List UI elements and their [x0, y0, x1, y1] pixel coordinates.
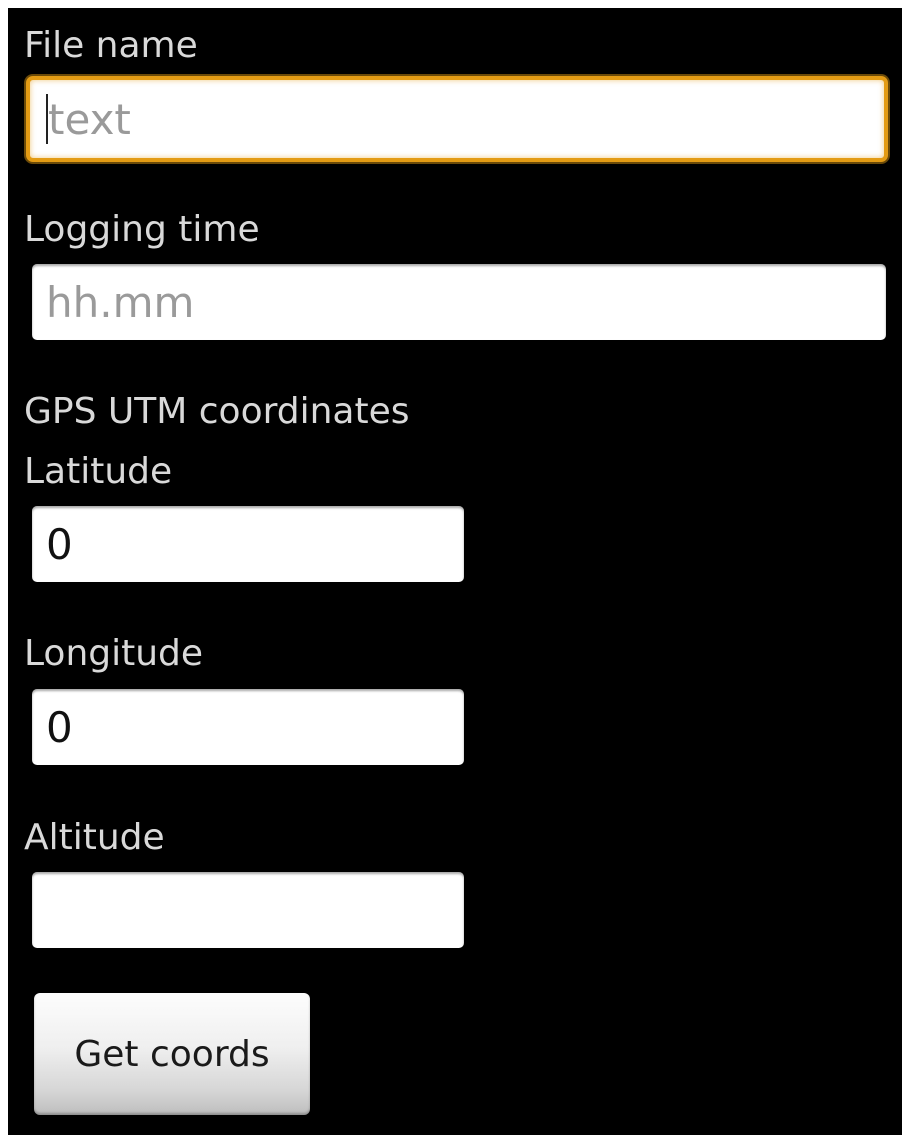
file-name-label: File name [24, 25, 198, 66]
logging-time-input[interactable]: hh.mm [32, 264, 886, 340]
latitude-label: Latitude [24, 451, 173, 492]
logging-time-placeholder: hh.mm [46, 277, 195, 327]
file-name-input[interactable]: text [26, 76, 888, 162]
app-screen: File name text Logging time hh.mm GPS UT… [8, 8, 902, 1135]
logging-time-label: Logging time [24, 209, 260, 250]
longitude-label: Longitude [24, 633, 204, 674]
altitude-label: Altitude [24, 817, 165, 858]
altitude-input[interactable] [32, 872, 464, 948]
get-coords-label: Get coords [74, 1033, 270, 1075]
latitude-input[interactable]: 0 [32, 506, 464, 582]
longitude-value: 0 [46, 702, 73, 752]
gps-utm-section-title: GPS UTM coordinates [24, 391, 410, 432]
file-name-placeholder: text [48, 94, 131, 144]
latitude-value: 0 [46, 519, 73, 569]
get-coords-button[interactable]: Get coords [34, 993, 310, 1115]
longitude-input[interactable]: 0 [32, 689, 464, 765]
